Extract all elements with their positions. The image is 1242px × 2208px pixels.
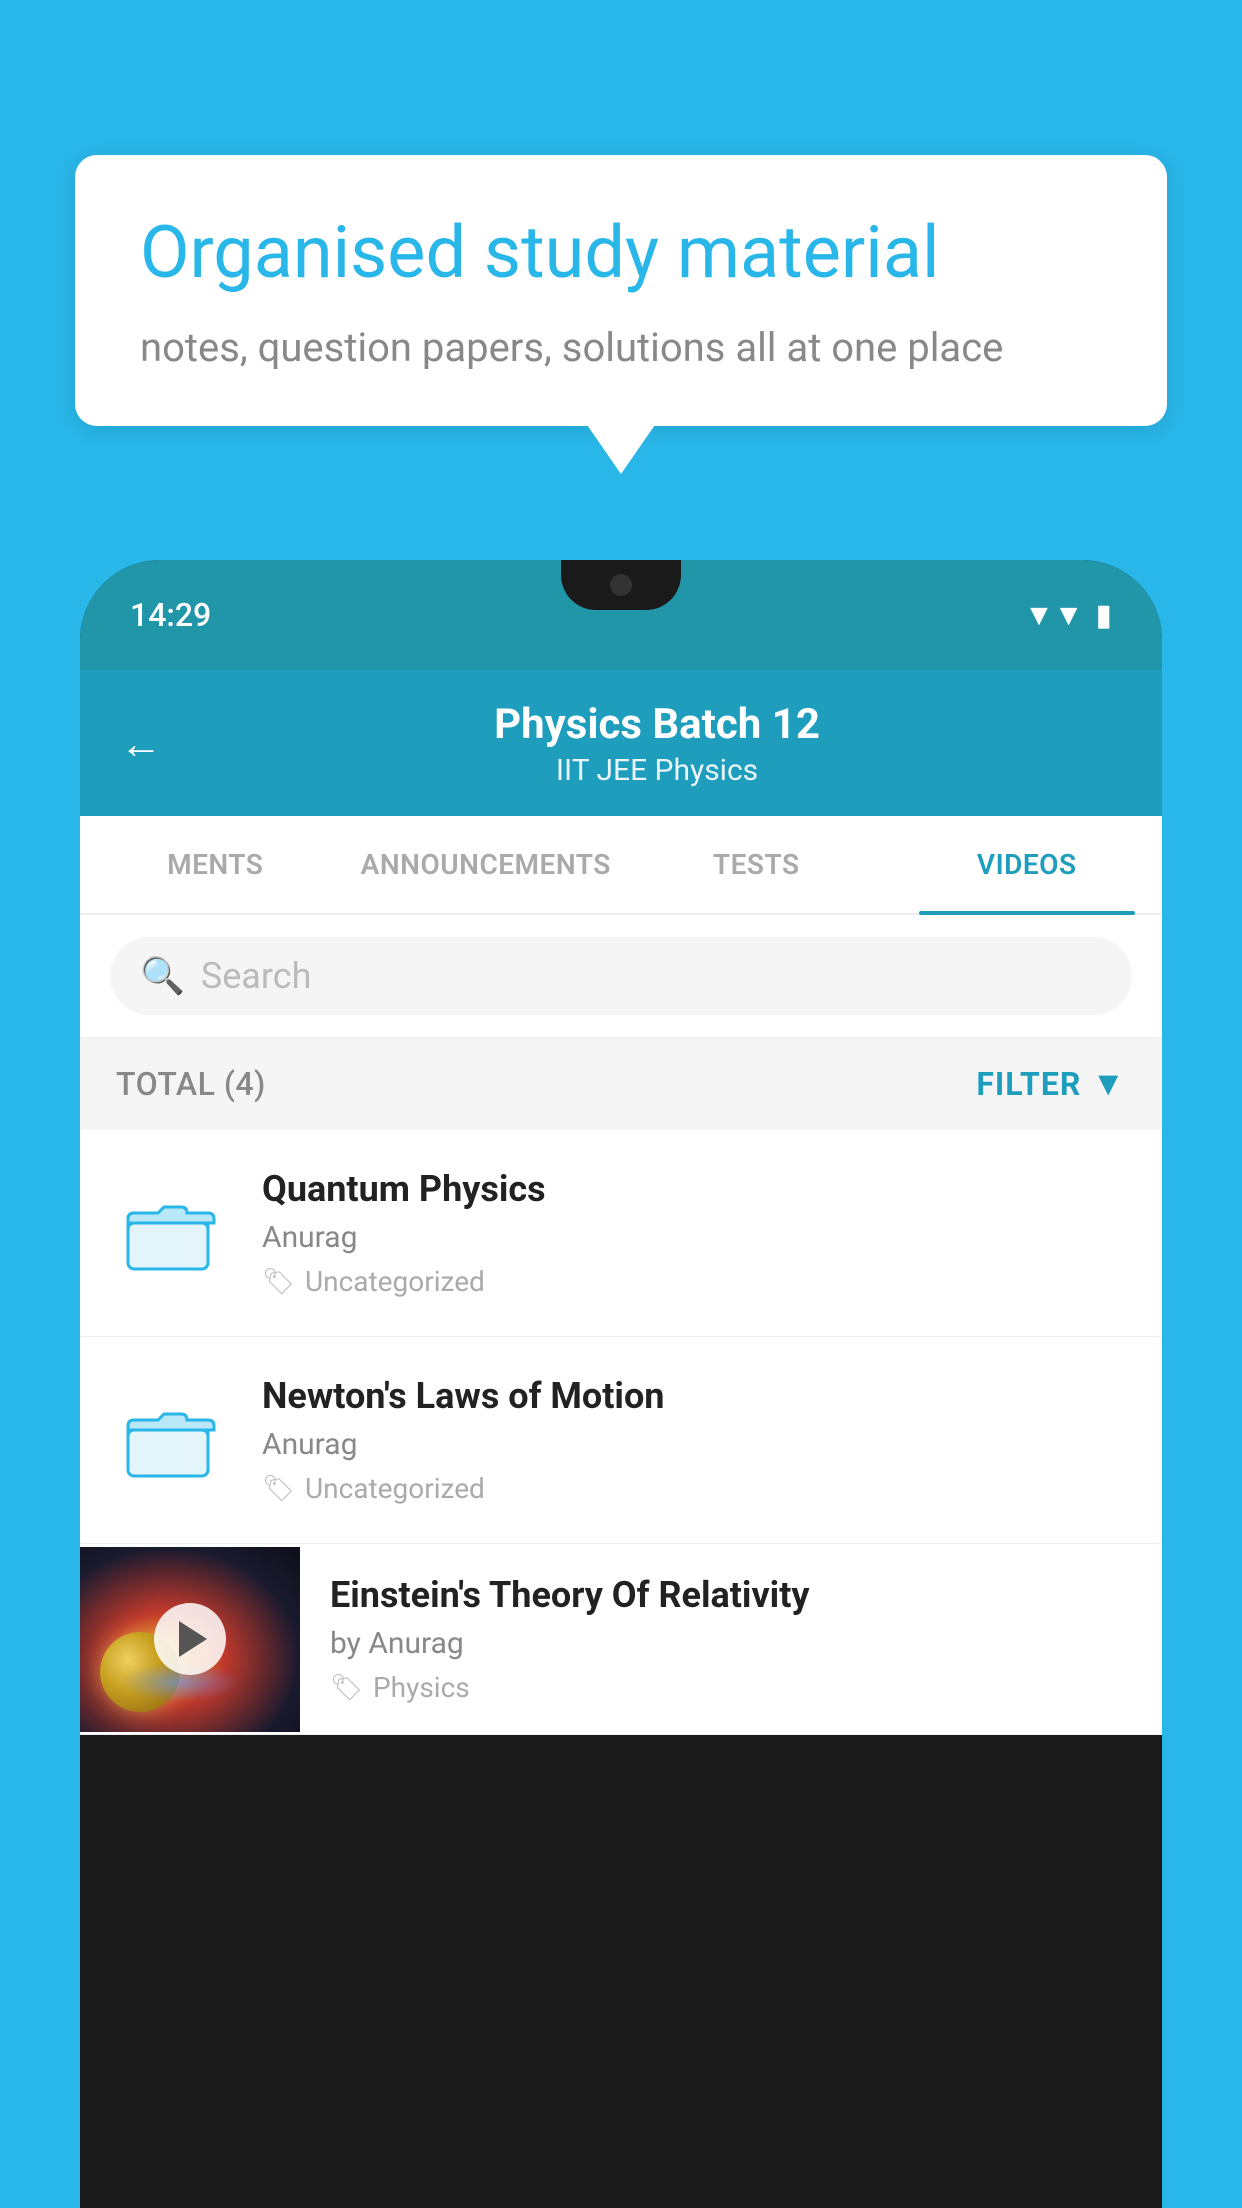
list-item[interactable]: Quantum Physics Anurag 🏷 Uncategorized	[80, 1130, 1162, 1337]
status-bar: 14:29 ▼▼ ▮	[80, 560, 1162, 670]
battery-icon: ▮	[1095, 598, 1112, 633]
status-icons: ▼▼ ▮	[1024, 598, 1112, 633]
search-icon: 🔍	[140, 955, 185, 997]
thumbnail-wrapper	[80, 1547, 300, 1732]
search-bar[interactable]: 🔍 Search	[110, 937, 1132, 1015]
speech-bubble-wrapper: Organised study material notes, question…	[75, 155, 1167, 426]
play-icon	[179, 1621, 207, 1657]
video-author: Anurag	[262, 1220, 1126, 1255]
play-button[interactable]	[154, 1603, 226, 1675]
app-header: ← Physics Batch 12 IIT JEE Physics	[80, 670, 1162, 816]
wifi-icon: ▼▼	[1024, 598, 1083, 633]
content-area: Quantum Physics Anurag 🏷 Uncategorized N…	[80, 1130, 1162, 1735]
video-tag: 🏷 Physics	[330, 1671, 1132, 1704]
folder-icon-wrapper	[116, 1400, 226, 1480]
folder-icon	[126, 1193, 216, 1273]
back-button[interactable]: ←	[120, 720, 162, 769]
header-subtitle: IIT JEE Physics	[192, 753, 1122, 788]
video-tag: 🏷 Uncategorized	[262, 1265, 1126, 1298]
tag-icon: 🏷	[330, 1673, 363, 1703]
header-title-block: Physics Batch 12 IIT JEE Physics	[192, 700, 1122, 788]
tag-icon: 🏷	[262, 1267, 295, 1297]
tag-icon: 🏷	[262, 1474, 295, 1504]
notch	[561, 560, 681, 610]
tag-label: Physics	[373, 1671, 470, 1704]
tabs-bar: MENTS ANNOUNCEMENTS TESTS VIDEOS	[80, 816, 1162, 915]
tag-label: Uncategorized	[305, 1472, 485, 1505]
video-title: Newton's Laws of Motion	[262, 1375, 1126, 1417]
speech-bubble: Organised study material notes, question…	[75, 155, 1167, 426]
filter-funnel-icon: ▼	[1091, 1064, 1126, 1104]
tab-announcements[interactable]: ANNOUNCEMENTS	[351, 816, 622, 913]
video-tag: 🏷 Uncategorized	[262, 1472, 1126, 1505]
search-input[interactable]: Search	[201, 955, 312, 997]
status-time: 14:29	[130, 596, 211, 634]
video-info: Einstein's Theory Of Relativity by Anura…	[300, 1544, 1162, 1734]
tab-ments[interactable]: MENTS	[80, 816, 351, 913]
total-count: TOTAL (4)	[116, 1065, 266, 1103]
bubble-title: Organised study material	[140, 210, 1102, 296]
bubble-subtitle: notes, question papers, solutions all at…	[140, 324, 1102, 371]
tab-tests[interactable]: TESTS	[621, 816, 892, 913]
video-info: Quantum Physics Anurag 🏷 Uncategorized	[262, 1168, 1126, 1298]
filter-label: FILTER	[976, 1065, 1081, 1103]
filter-row: TOTAL (4) FILTER ▼	[80, 1038, 1162, 1130]
video-author: by Anurag	[330, 1626, 1132, 1661]
folder-icon-wrapper	[116, 1193, 226, 1273]
video-info: Newton's Laws of Motion Anurag 🏷 Uncateg…	[262, 1375, 1126, 1505]
filter-button[interactable]: FILTER ▼	[976, 1064, 1126, 1104]
tag-label: Uncategorized	[305, 1265, 485, 1298]
search-bar-container: 🔍 Search	[80, 915, 1162, 1038]
phone-frame: 14:29 ▼▼ ▮ ← Physics Batch 12 IIT JEE Ph…	[80, 560, 1162, 2208]
tab-videos[interactable]: VIDEOS	[892, 816, 1163, 913]
header-title: Physics Batch 12	[192, 700, 1122, 749]
video-author: Anurag	[262, 1427, 1126, 1462]
video-title: Quantum Physics	[262, 1168, 1126, 1210]
camera-dot	[610, 574, 632, 596]
list-item[interactable]: Einstein's Theory Of Relativity by Anura…	[80, 1544, 1162, 1735]
folder-icon	[126, 1400, 216, 1480]
list-item[interactable]: Newton's Laws of Motion Anurag 🏷 Uncateg…	[80, 1337, 1162, 1544]
video-title: Einstein's Theory Of Relativity	[330, 1574, 1132, 1616]
